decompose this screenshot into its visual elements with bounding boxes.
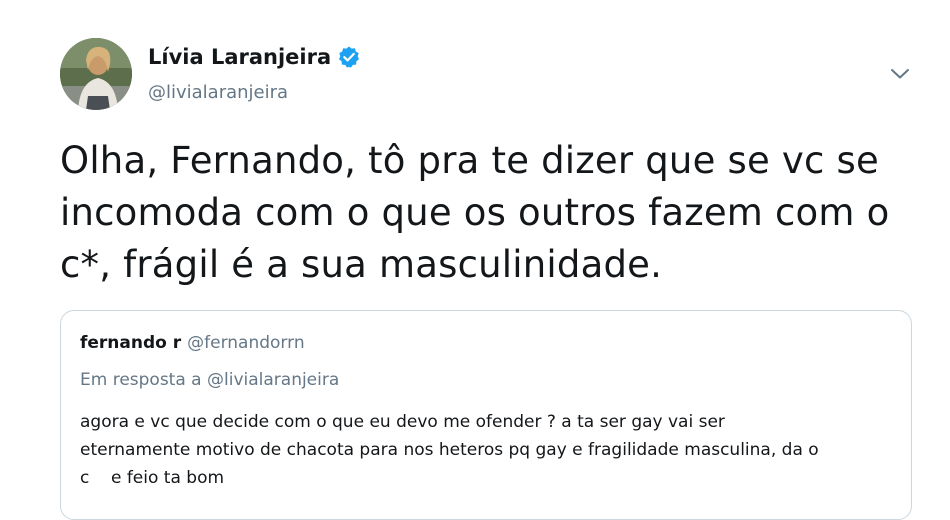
author-name-row: Lívia Laranjeira (148, 42, 361, 72)
tweet: Lívia Laranjeira @livialaranjeira Olha, … (0, 0, 950, 520)
author-display-name[interactable]: Lívia Laranjeira (148, 45, 331, 69)
avatar[interactable] (60, 38, 132, 110)
tweet-text-line: c*, frágil é a sua masculinidade. (60, 243, 663, 286)
quoted-text-line: eternamente motivo de chacota para nos h… (80, 440, 819, 460)
tweet-text-line: Olha, Fernando, tô pra te dizer que se v… (60, 139, 879, 182)
tweet-text: Olha, Fernando, tô pra te dizer que se v… (60, 135, 920, 291)
quoted-text-line: c e feio ta bom (80, 468, 225, 488)
tweet-text-line: incomoda com o que os outros fazem com o (60, 191, 890, 234)
quoted-text-line: agora e vc que decide com o que eu devo … (80, 412, 725, 432)
quoted-author-name: fernando r (80, 333, 182, 353)
verified-badge-icon (337, 45, 361, 69)
reply-to-label: Em resposta a @livialaranjeira (80, 370, 340, 390)
quoted-tweet-header: fernando r @fernandorrn (80, 333, 305, 353)
chevron-down-icon[interactable] (889, 66, 911, 82)
quoted-tweet-card[interactable]: fernando r @fernandorrn Em resposta a @li… (60, 310, 912, 520)
author-handle[interactable]: @livialaranjeira (148, 82, 288, 103)
quoted-tweet-text: agora e vc que decide com o que eu devo … (80, 408, 900, 492)
quoted-author-handle: @fernandorrn (187, 333, 305, 353)
avatar-photo (60, 38, 132, 110)
